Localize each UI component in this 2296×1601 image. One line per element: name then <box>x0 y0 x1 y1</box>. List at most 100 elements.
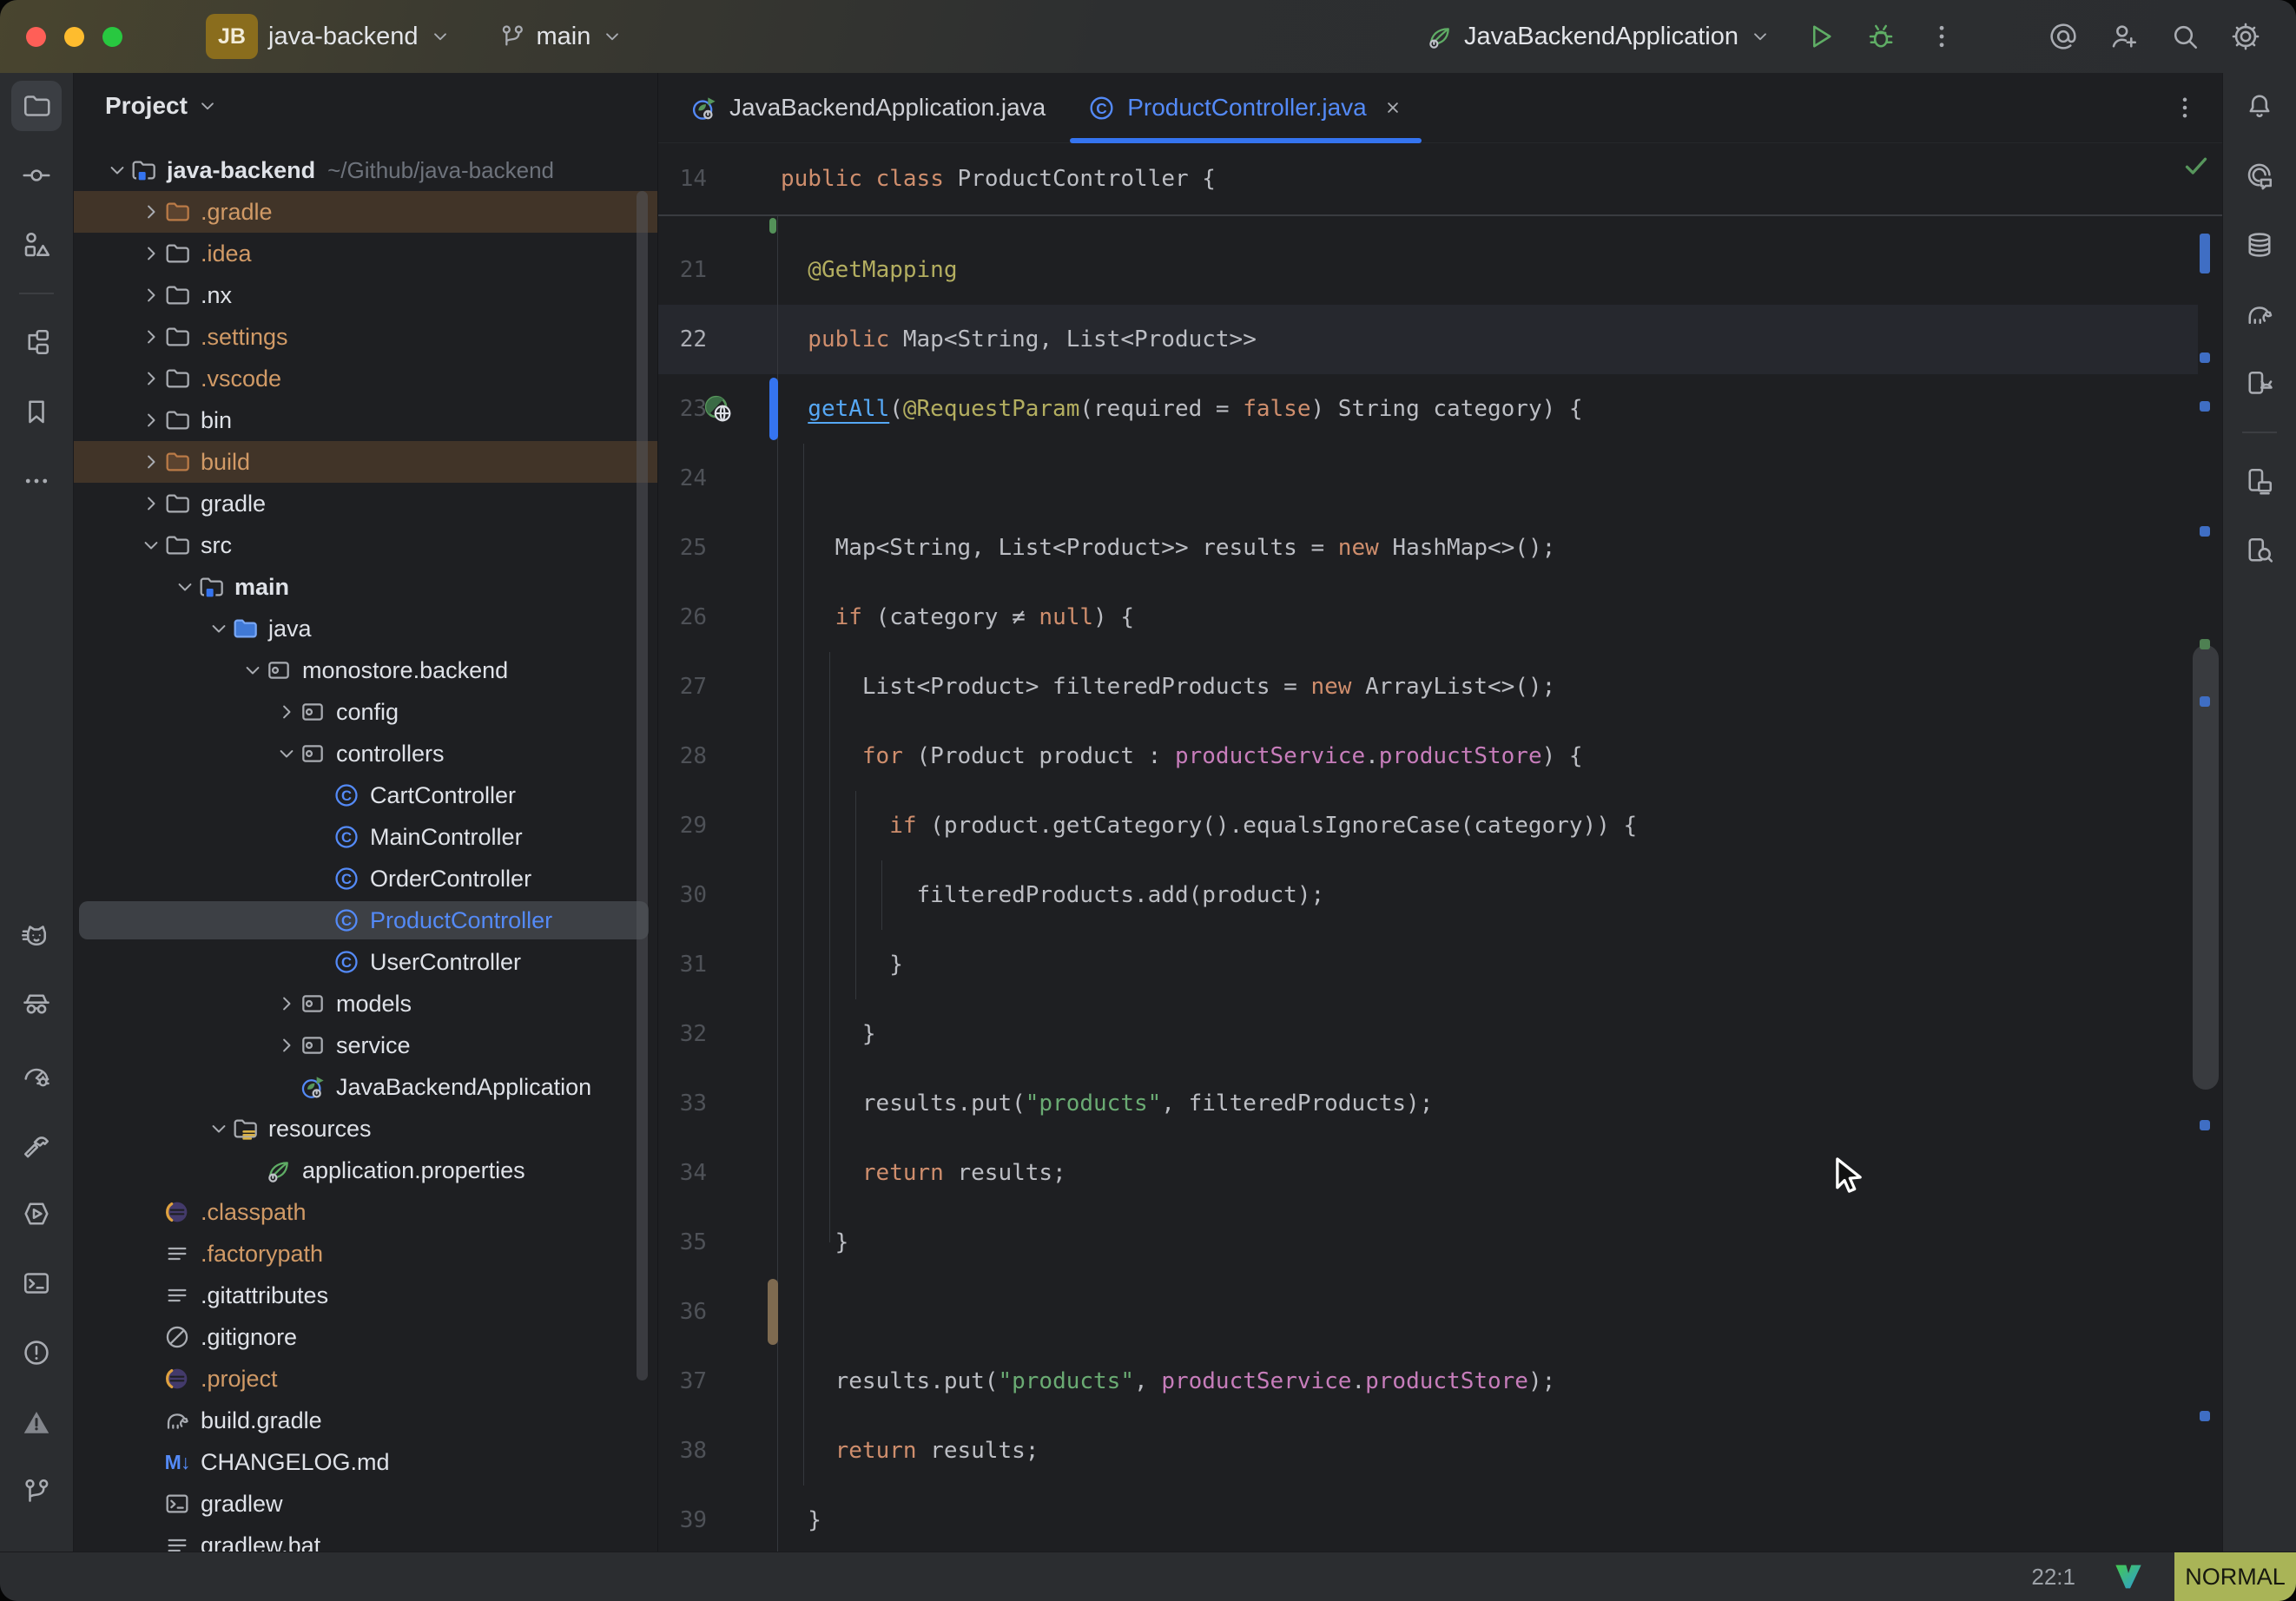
ideavim-icon[interactable] <box>2114 1563 2143 1591</box>
gutter[interactable]: 24 <box>658 444 781 513</box>
chevron-right-icon[interactable] <box>139 408 163 432</box>
device-manager-button[interactable] <box>2234 359 2285 409</box>
tree-item--factorypath[interactable]: .factorypath <box>74 1233 657 1275</box>
tree-item-models[interactable]: models <box>74 983 657 1025</box>
gutter[interactable]: 22 <box>658 305 781 374</box>
chevron-down-icon[interactable] <box>274 741 299 766</box>
tree-item--vscode[interactable]: .vscode <box>74 358 657 399</box>
close-window-button[interactable] <box>26 27 46 47</box>
chevron-right-icon[interactable] <box>139 241 163 266</box>
chevron-right-icon[interactable] <box>274 992 299 1016</box>
chevron-right-icon[interactable] <box>139 283 163 307</box>
error-stripe-mark[interactable] <box>2200 639 2210 649</box>
tab-productcontroller-java[interactable]: C ProductController.java <box>1066 73 1424 142</box>
chevron-down-icon[interactable] <box>207 1117 231 1141</box>
tree-item-config[interactable]: config <box>74 691 657 733</box>
gutter[interactable]: 21 <box>658 235 781 305</box>
notifications-button[interactable] <box>2234 81 2285 131</box>
tree-item-java-backend[interactable]: java-backend~/Github/java-backend <box>74 149 657 191</box>
ai-chat-tool-button[interactable] <box>11 911 62 961</box>
chevron-right-icon[interactable] <box>139 200 163 224</box>
gutter[interactable]: 26 <box>658 583 781 652</box>
database-tool-button[interactable] <box>2234 220 2285 270</box>
gutter[interactable]: 37 <box>658 1347 781 1416</box>
tree-item--gitattributes[interactable]: .gitattributes <box>74 1275 657 1316</box>
chevron-down-icon[interactable] <box>241 658 265 682</box>
minimize-window-button[interactable] <box>64 27 84 47</box>
chevron-right-icon[interactable] <box>139 450 163 474</box>
tree-item--settings[interactable]: .settings <box>74 316 657 358</box>
inspections-ok-icon[interactable] <box>2181 149 2212 181</box>
settings-button[interactable] <box>2223 14 2268 59</box>
error-stripe-mark[interactable] <box>2200 526 2210 537</box>
gutter[interactable]: 14 <box>658 144 781 214</box>
more-tool-windows-button[interactable] <box>11 456 62 506</box>
gutter[interactable]: 29 <box>658 791 781 860</box>
bookmarks-tool-button[interactable] <box>11 386 62 437</box>
chevron-down-icon[interactable] <box>105 158 129 182</box>
project-tool-button[interactable] <box>11 81 62 131</box>
chevron-right-icon[interactable] <box>139 325 163 349</box>
project-tree-scrollbar[interactable] <box>637 191 648 1380</box>
editor-scrollbar[interactable] <box>2193 645 2219 1090</box>
error-stripe-mark[interactable] <box>2200 1411 2210 1421</box>
tree-item--idea[interactable]: .idea <box>74 233 657 274</box>
tree-item-resources[interactable]: resources <box>74 1108 657 1150</box>
error-stripe-mark[interactable] <box>2200 352 2210 363</box>
tree-item-main[interactable]: main <box>74 566 657 608</box>
gutter[interactable]: 36 <box>658 1277 781 1347</box>
gutter[interactable]: 25 <box>658 513 781 583</box>
tree-item-ordercontroller[interactable]: COrderController <box>74 858 657 899</box>
tree-item-build-gradle[interactable]: build.gradle <box>74 1400 657 1441</box>
run-button[interactable] <box>1798 14 1843 59</box>
run-configuration-widget[interactable]: JavaBackendApplication <box>1426 23 1771 51</box>
tree-item-javabackendapplication[interactable]: JavaBackendApplication <box>74 1066 657 1108</box>
gutter[interactable]: 28 <box>658 721 781 791</box>
vim-mode-badge[interactable]: NORMAL <box>2174 1552 2296 1601</box>
problems-tool-button[interactable] <box>11 1328 62 1378</box>
dependencies-tool-button[interactable] <box>11 317 62 367</box>
gradle-tool-button[interactable] <box>2234 289 2285 339</box>
code-area[interactable]: 21@GetMapping22public Map<String, List<P… <box>658 216 2222 1552</box>
version-control-tool-button[interactable] <box>11 1466 62 1517</box>
copilot-tool-button[interactable] <box>11 980 62 1031</box>
services-tool-button[interactable] <box>11 1189 62 1239</box>
gutter[interactable]: 38 <box>658 1416 781 1486</box>
tree-item-gradlew-bat[interactable]: gradlew.bat <box>74 1525 657 1552</box>
tree-item-application-properties[interactable]: application.properties <box>74 1150 657 1191</box>
tree-item-build[interactable]: build <box>74 441 657 483</box>
gutter[interactable]: 33 <box>658 1069 781 1138</box>
tree-item--gitignore[interactable]: .gitignore <box>74 1316 657 1358</box>
tree-item-gradlew[interactable]: gradlew <box>74 1483 657 1525</box>
request-mapping-icon[interactable] <box>702 392 735 425</box>
gutter[interactable]: 34 <box>658 1138 781 1208</box>
build-tool-button[interactable] <box>11 1119 62 1169</box>
project-panel-header[interactable]: Project <box>74 73 657 139</box>
chevron-right-icon[interactable] <box>139 366 163 391</box>
tree-item-changelog-md[interactable]: M↓CHANGELOG.md <box>74 1441 657 1483</box>
tree-item--project[interactable]: .project <box>74 1358 657 1400</box>
tree-item--gradle[interactable]: .gradle <box>74 191 657 233</box>
tree-item-productcontroller[interactable]: CProductController <box>74 899 657 941</box>
structure-tool-button[interactable] <box>11 220 62 270</box>
tree-item--nx[interactable]: .nx <box>74 274 657 316</box>
chevron-right-icon[interactable] <box>139 491 163 516</box>
error-stripe-mark[interactable] <box>2200 1120 2210 1130</box>
tree-item-usercontroller[interactable]: CUserController <box>74 941 657 983</box>
tree-item-java[interactable]: java <box>74 608 657 649</box>
commit-tool-button[interactable] <box>11 150 62 201</box>
gutter[interactable]: 27 <box>658 652 781 721</box>
gutter[interactable]: 31 <box>658 930 781 999</box>
tree-item-monostore-backend[interactable]: monostore.backend <box>74 649 657 691</box>
gutter[interactable]: 30 <box>658 860 781 930</box>
code-with-me-button[interactable] <box>2101 14 2147 59</box>
chevron-right-icon[interactable] <box>274 1033 299 1057</box>
warnings-tool-button[interactable] <box>11 1397 62 1447</box>
chevron-right-icon[interactable] <box>274 700 299 724</box>
gutter[interactable]: 35 <box>658 1208 781 1277</box>
ai-assistant-tool-button[interactable] <box>2234 150 2285 201</box>
search-everywhere-button[interactable] <box>2162 14 2207 59</box>
error-stripe-mark[interactable] <box>2200 234 2210 273</box>
running-devices-button[interactable] <box>2234 456 2285 506</box>
tab-javabackendapplication-java[interactable]: JavaBackendApplication.java <box>669 73 1066 142</box>
